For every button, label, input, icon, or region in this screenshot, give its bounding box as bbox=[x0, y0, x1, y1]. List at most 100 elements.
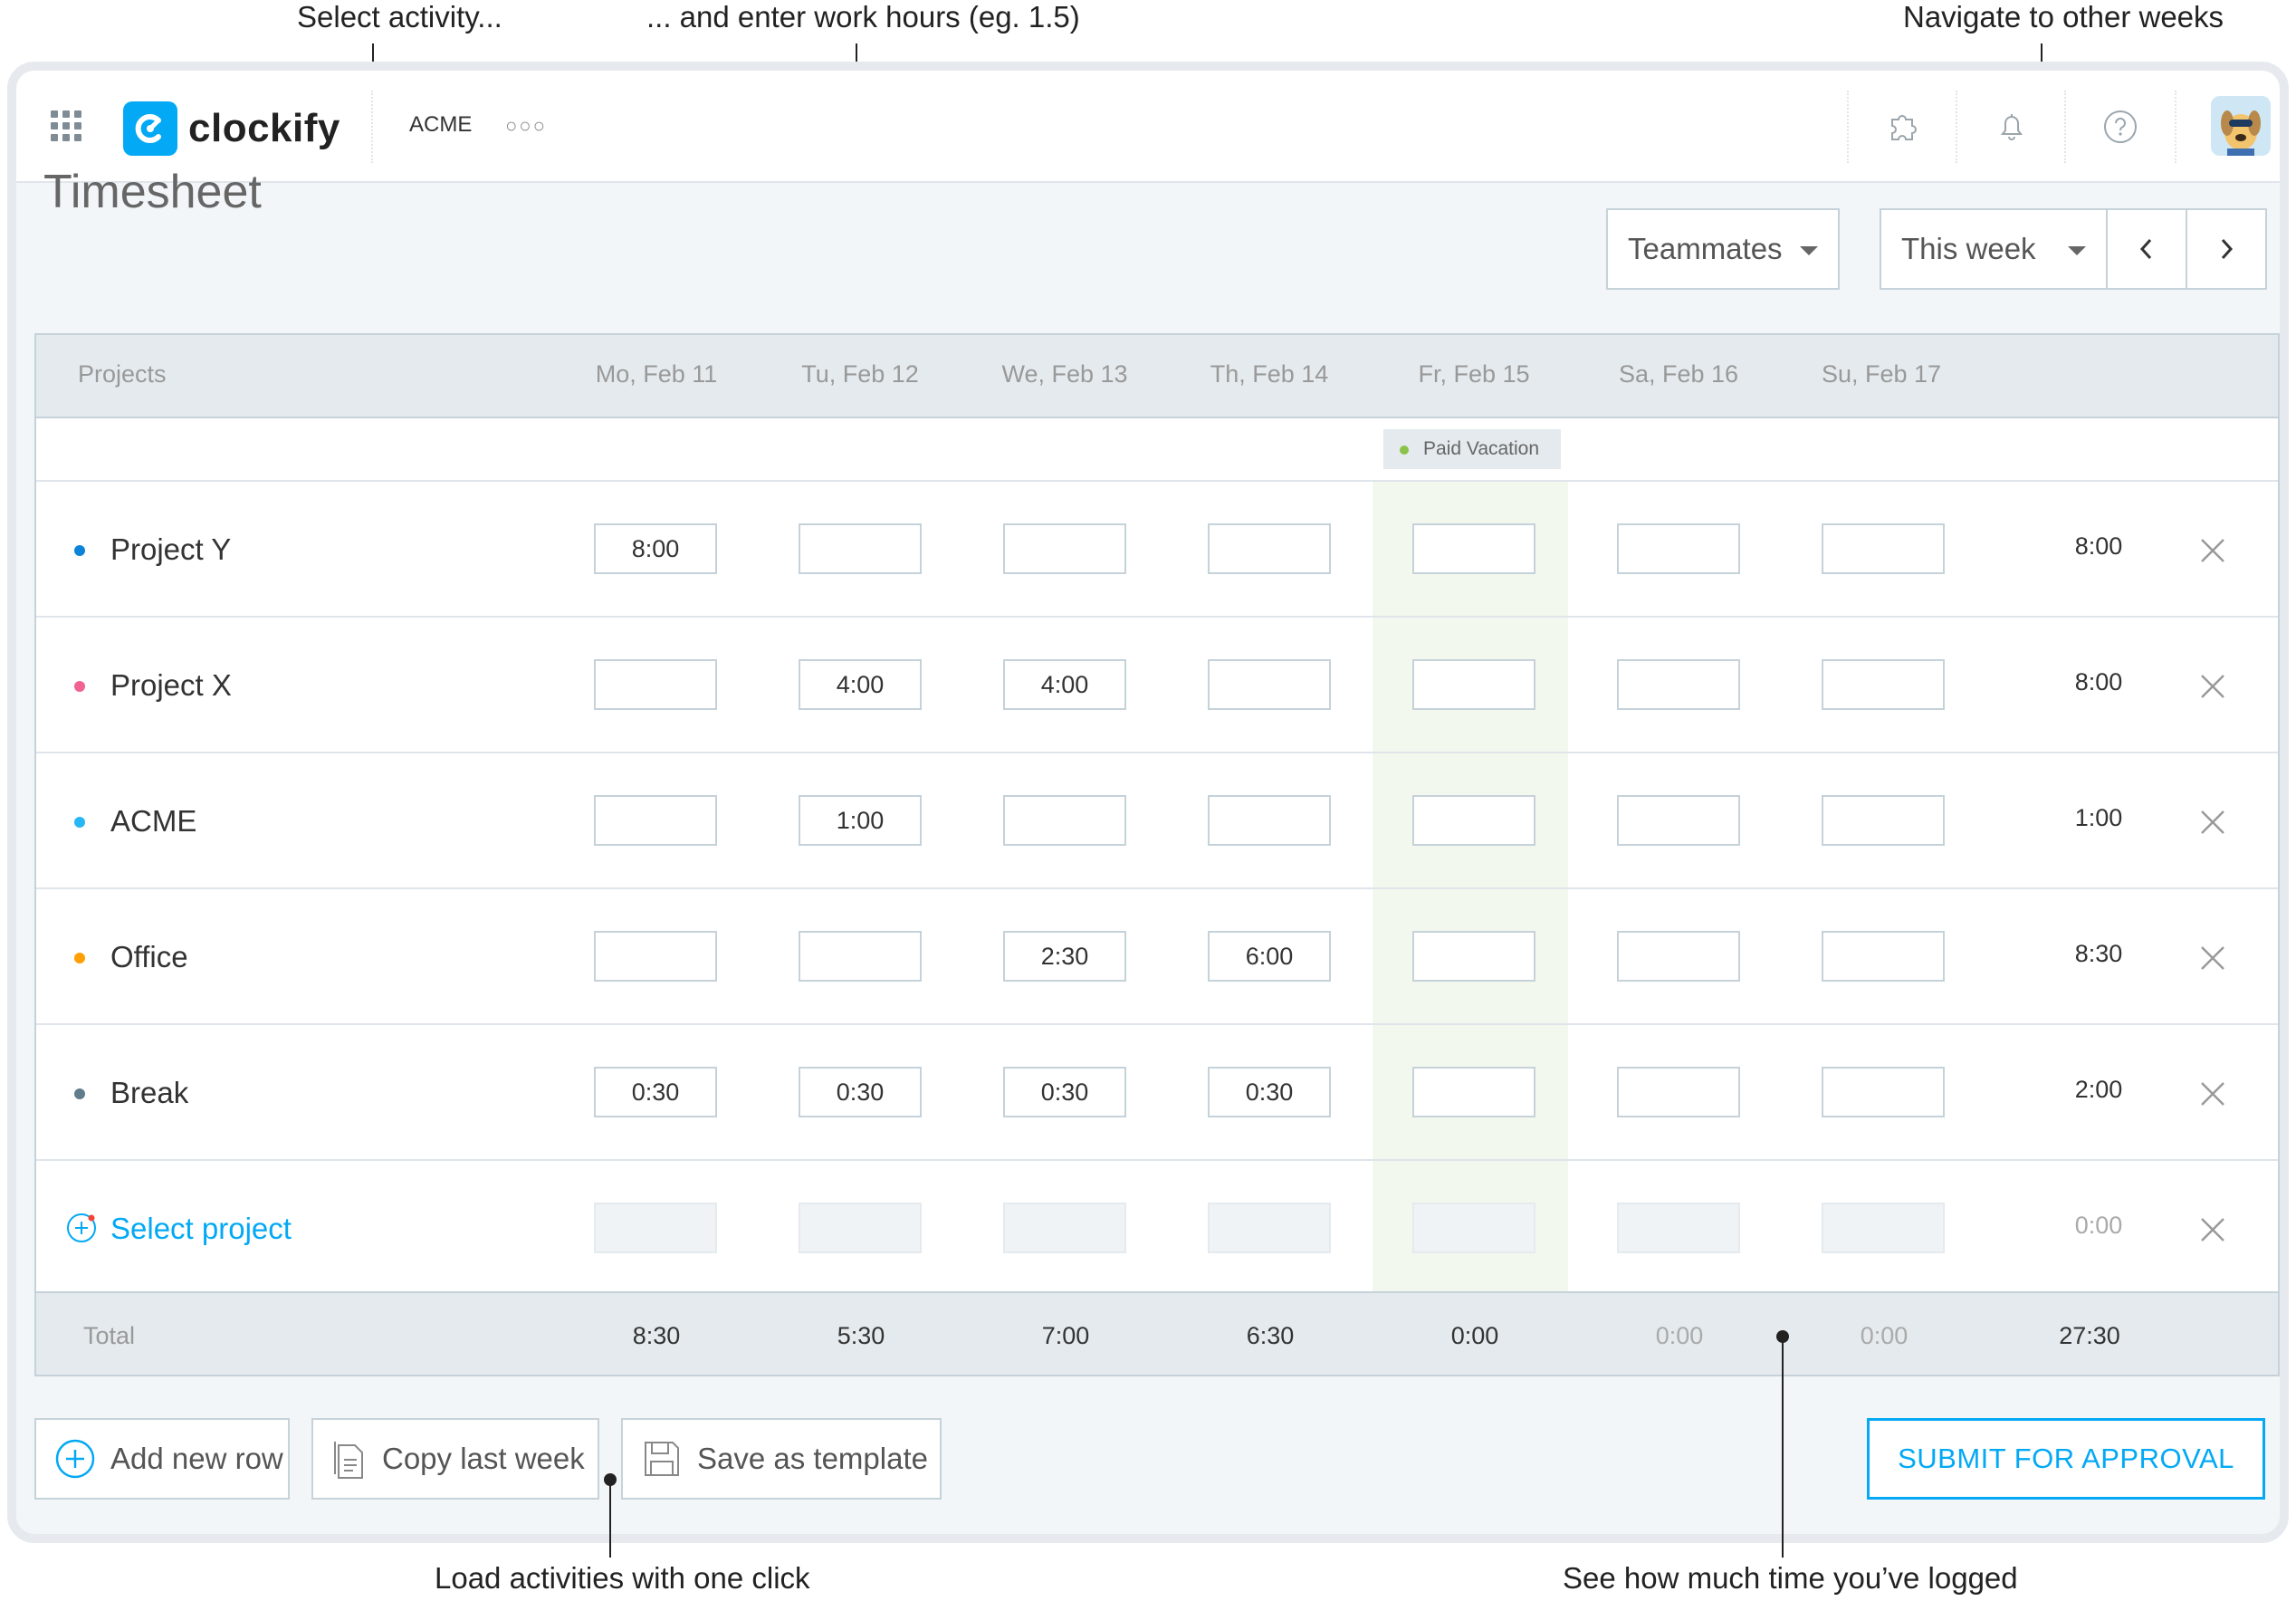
hours-input[interactable] bbox=[1412, 1067, 1535, 1117]
hours-input[interactable] bbox=[1822, 931, 1945, 982]
select-project-link[interactable]: Select project bbox=[110, 1212, 292, 1246]
bell-icon[interactable] bbox=[1990, 105, 2033, 149]
hours-input[interactable]: 4:00 bbox=[1003, 659, 1126, 710]
hours-input[interactable] bbox=[1412, 931, 1535, 982]
hours-input[interactable]: 1:00 bbox=[799, 795, 922, 846]
remove-row-icon[interactable] bbox=[2198, 944, 2227, 973]
project-color-dot-icon bbox=[74, 681, 85, 692]
day-header: Mo, Feb 11 bbox=[595, 360, 718, 388]
hours-input[interactable] bbox=[1617, 931, 1740, 982]
caret-down-icon bbox=[1800, 246, 1818, 255]
remove-row-icon[interactable] bbox=[2198, 672, 2227, 701]
project-name[interactable]: Office bbox=[110, 940, 188, 974]
remove-row-icon[interactable] bbox=[2198, 536, 2227, 565]
divider bbox=[1956, 91, 1957, 163]
hours-input[interactable] bbox=[1822, 523, 1945, 574]
table-row: Project Y 8:00 8:00 bbox=[36, 482, 2278, 618]
hours-input[interactable]: 6:00 bbox=[1208, 931, 1331, 982]
annotation-see-time: See how much time you’ve logged bbox=[1563, 1561, 2018, 1595]
hours-input[interactable] bbox=[799, 523, 922, 574]
logo[interactable]: clockify bbox=[123, 101, 340, 156]
copy-last-week-button[interactable]: Copy last week bbox=[311, 1418, 599, 1500]
teammates-label: Teammates bbox=[1628, 232, 1783, 265]
hours-input[interactable] bbox=[1003, 523, 1126, 574]
hours-input[interactable] bbox=[1208, 523, 1331, 574]
day-header: Th, Feb 14 bbox=[1210, 360, 1329, 388]
hours-input[interactable] bbox=[1412, 523, 1535, 574]
floppy-disk-icon bbox=[645, 1442, 679, 1476]
project-name[interactable]: ACME bbox=[110, 804, 196, 839]
hours-input[interactable] bbox=[1412, 659, 1535, 710]
project-name[interactable]: Project X bbox=[110, 668, 232, 703]
hours-input[interactable] bbox=[1003, 795, 1126, 846]
add-new-row-label: Add new row bbox=[110, 1442, 283, 1475]
save-as-template-label: Save as template bbox=[697, 1442, 928, 1475]
project-name[interactable]: Break bbox=[110, 1076, 188, 1110]
project-color-dot-icon bbox=[74, 817, 85, 828]
hours-input[interactable] bbox=[1822, 1067, 1945, 1117]
project-color-dot-icon bbox=[74, 953, 85, 963]
table-row: Office 2:30 6:00 8:30 bbox=[36, 889, 2278, 1025]
hours-input[interactable]: 8:00 bbox=[594, 523, 717, 574]
day-total: 8:30 bbox=[632, 1322, 681, 1349]
avatar[interactable] bbox=[2211, 96, 2271, 156]
grand-total: 27:30 bbox=[2059, 1322, 2120, 1349]
annotation-dot bbox=[1776, 1330, 1789, 1343]
next-week-button[interactable] bbox=[2186, 208, 2267, 290]
workspace-name[interactable]: ACME bbox=[409, 112, 472, 138]
chevron-right-icon bbox=[2221, 238, 2234, 260]
hours-input[interactable] bbox=[594, 795, 717, 846]
project-name[interactable]: Project Y bbox=[110, 532, 231, 567]
table-row: ACME 1:00 1:00 bbox=[36, 753, 2278, 889]
add-new-row-button[interactable]: Add new row bbox=[34, 1418, 290, 1500]
timesheet-table: Projects Mo, Feb 11 Tu, Feb 12 We, Feb 1… bbox=[34, 333, 2280, 1376]
previous-week-button[interactable] bbox=[2106, 208, 2187, 290]
save-as-template-button[interactable]: Save as template bbox=[621, 1418, 942, 1500]
submit-for-approval-button[interactable]: SUBMIT FOR APPROVAL bbox=[1867, 1418, 2265, 1500]
top-bar: clockify ACME ○○○ bbox=[16, 71, 2280, 183]
hours-input[interactable]: 0:30 bbox=[594, 1067, 717, 1117]
hours-input[interactable]: 0:30 bbox=[1208, 1067, 1331, 1117]
remove-row-icon[interactable] bbox=[2198, 1215, 2227, 1244]
table-row: Break 0:30 0:30 0:30 0:30 2:00 bbox=[36, 1025, 2278, 1161]
hours-input[interactable]: 2:30 bbox=[1003, 931, 1126, 982]
table-footer: Total 8:30 5:30 7:00 6:30 0:00 0:00 0:00… bbox=[36, 1291, 2278, 1375]
day-total: 5:30 bbox=[837, 1322, 885, 1349]
apps-grid-icon[interactable] bbox=[51, 110, 81, 141]
annotation-load-activities: Load activities with one click bbox=[435, 1561, 810, 1595]
remove-row-icon[interactable] bbox=[2198, 1079, 2227, 1108]
hours-input[interactable] bbox=[1208, 795, 1331, 846]
remove-row-icon[interactable] bbox=[2198, 808, 2227, 837]
hours-input[interactable] bbox=[1617, 659, 1740, 710]
projects-header: Projects bbox=[78, 360, 167, 388]
hours-input[interactable] bbox=[1822, 659, 1945, 710]
hours-input[interactable] bbox=[799, 931, 922, 982]
hours-input[interactable] bbox=[1617, 523, 1740, 574]
hours-input[interactable] bbox=[1617, 795, 1740, 846]
hours-input[interactable]: 0:30 bbox=[799, 1067, 922, 1117]
day-header: Tu, Feb 12 bbox=[801, 360, 919, 388]
hours-input[interactable] bbox=[1617, 1067, 1740, 1117]
hours-input[interactable] bbox=[1208, 659, 1331, 710]
select-project-row: Select project 0:00 bbox=[36, 1161, 2278, 1297]
help-icon[interactable] bbox=[2099, 105, 2142, 149]
project-color-dot-icon bbox=[74, 545, 85, 556]
hours-input[interactable] bbox=[594, 659, 717, 710]
row-total: 8:00 bbox=[2074, 668, 2123, 695]
annotation-select-activity: Select activity... bbox=[297, 0, 502, 34]
puzzle-icon[interactable] bbox=[1881, 105, 1925, 149]
annotation-navigate: Navigate to other weeks bbox=[1903, 0, 2224, 34]
hours-input[interactable] bbox=[594, 931, 717, 982]
add-project-icon[interactable] bbox=[65, 1212, 98, 1244]
more-dots-icon[interactable]: ○○○ bbox=[505, 114, 547, 138]
week-dropdown[interactable]: This week bbox=[1880, 208, 2108, 290]
status-dot-icon bbox=[1400, 446, 1409, 455]
hours-input[interactable] bbox=[1412, 795, 1535, 846]
app-window: clockify ACME ○○○ Timesheet Teammates Th… bbox=[7, 62, 2289, 1543]
teammates-dropdown[interactable]: Teammates bbox=[1606, 208, 1840, 290]
day-header: We, Feb 13 bbox=[1001, 360, 1128, 388]
hours-input[interactable]: 0:30 bbox=[1003, 1067, 1126, 1117]
hours-input[interactable] bbox=[1822, 795, 1945, 846]
hours-input-disabled bbox=[1003, 1203, 1126, 1253]
hours-input[interactable]: 4:00 bbox=[799, 659, 922, 710]
